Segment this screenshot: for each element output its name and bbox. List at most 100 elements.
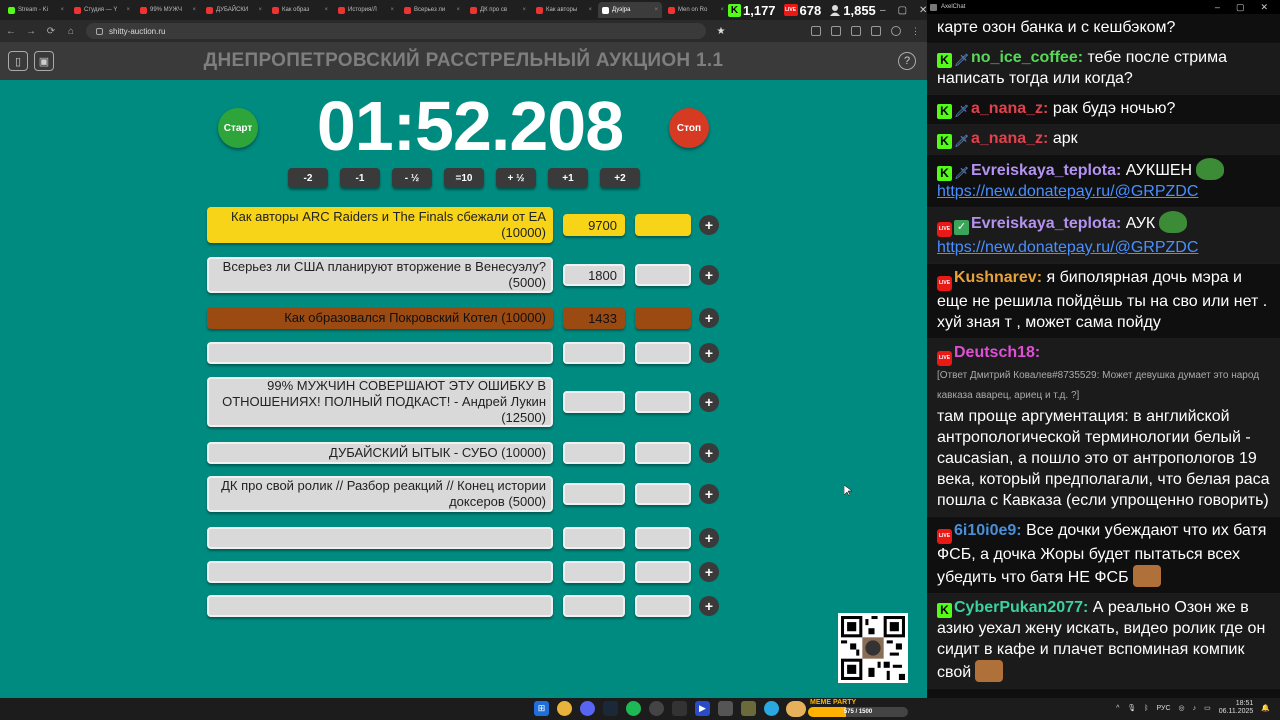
battery-icon[interactable]: ▭ xyxy=(1204,704,1211,712)
chat-username[interactable]: 6i10i0e9 xyxy=(954,522,1016,539)
browser-tab[interactable]: ДК про св × xyxy=(466,2,530,18)
lot-add-button[interactable]: + xyxy=(699,484,719,504)
help-icon[interactable]: ? xyxy=(898,52,916,70)
windows-start-icon[interactable]: ⊞ xyxy=(534,701,549,716)
clock[interactable]: 18:51 06.11.2025 xyxy=(1219,700,1254,716)
app-icon[interactable] xyxy=(741,701,756,716)
lot-name-field[interactable]: ДК про свой ролик // Разбор реакций // К… xyxy=(207,476,553,512)
lot-amount-field[interactable]: 1800 xyxy=(563,264,625,286)
close-tab-icon[interactable]: × xyxy=(456,7,460,13)
lot-amount-field[interactable] xyxy=(563,483,625,505)
time-adjust-button[interactable]: -1 xyxy=(340,168,380,188)
browser-tab[interactable]: Дуэ|ра × xyxy=(598,2,662,18)
browser-tab[interactable]: Студия — Y × xyxy=(70,2,134,18)
lot-add-button[interactable]: + xyxy=(699,392,719,412)
lot-add-button[interactable]: + xyxy=(699,443,719,463)
profile-icon[interactable] xyxy=(891,26,901,36)
maximize-icon[interactable]: ▢ xyxy=(898,5,907,16)
lot-add-button[interactable]: + xyxy=(699,562,719,582)
lot-add-amount-field[interactable] xyxy=(635,527,691,549)
time-adjust-button[interactable]: + ½ xyxy=(496,168,536,188)
network-icon[interactable]: ◎ xyxy=(1179,704,1185,712)
lot-add-amount-field[interactable] xyxy=(635,391,691,413)
lot-amount-field[interactable]: 9700 xyxy=(563,214,625,236)
chat-username[interactable]: Kushnarev xyxy=(954,269,1037,286)
extension-icon[interactable] xyxy=(851,26,861,36)
app-icon[interactable] xyxy=(672,701,687,716)
chat-username[interactable]: Deutsch18 xyxy=(954,344,1035,361)
telegram-icon[interactable] xyxy=(764,701,779,716)
close-tab-icon[interactable]: × xyxy=(390,7,394,13)
chat-username[interactable]: CyberPukan2077 xyxy=(954,599,1083,616)
close-tab-icon[interactable]: × xyxy=(522,7,526,13)
notification-icon[interactable]: 🔔 xyxy=(1261,704,1270,712)
lot-name-field[interactable]: 99% МУЖЧИН СОВЕРШАЮТ ЭТУ ОШИБКУ В ОТНОШЕ… xyxy=(207,377,553,427)
lot-name-field[interactable] xyxy=(207,561,553,583)
close-tab-icon[interactable]: × xyxy=(654,7,658,13)
extension-icon[interactable] xyxy=(831,26,841,36)
chat-username[interactable]: Evreiskaya_teplota xyxy=(971,215,1116,232)
mic-icon[interactable]: 🎙 xyxy=(1127,704,1136,712)
close-tab-icon[interactable]: × xyxy=(720,7,724,13)
close-tab-icon[interactable]: × xyxy=(588,7,592,13)
back-icon[interactable]: ← xyxy=(6,26,16,37)
browser-tab[interactable]: ДУБАЙСКИ × xyxy=(202,2,266,18)
lot-add-button[interactable]: + xyxy=(699,596,719,616)
lot-amount-field[interactable]: 1433 xyxy=(563,307,625,329)
chat-username[interactable]: a_nana_z xyxy=(971,100,1043,117)
spotify-icon[interactable] xyxy=(626,701,641,716)
lot-amount-field[interactable] xyxy=(563,391,625,413)
browser-tab[interactable]: Всерьез ли × xyxy=(400,2,464,18)
browser-tab[interactable]: 99% МУЖЧ × xyxy=(136,2,200,18)
chat-link[interactable]: https://new.donatepay.ru/@GRPZDC xyxy=(937,239,1198,256)
browser-tab[interactable]: История/Л × xyxy=(334,2,398,18)
reload-icon[interactable]: ⟳ xyxy=(46,26,56,37)
chat-link[interactable]: https://new.donatepay.ru/@GRPZDC xyxy=(937,183,1198,200)
lot-add-amount-field[interactable] xyxy=(635,442,691,464)
bluetooth-icon[interactable]: ᛒ xyxy=(1144,705,1148,712)
lot-add-button[interactable]: + xyxy=(699,343,719,363)
close-tab-icon[interactable]: × xyxy=(126,7,130,13)
lot-add-button[interactable]: + xyxy=(699,528,719,548)
lot-name-field[interactable]: ДУБАЙСКИЙ ЫТЫК - СУБО (10000) xyxy=(207,442,553,464)
chat-username[interactable]: no_ice_coffee xyxy=(971,49,1078,66)
lot-add-amount-field[interactable] xyxy=(635,307,691,329)
close-tab-icon[interactable]: × xyxy=(258,7,262,13)
lot-amount-field[interactable] xyxy=(563,527,625,549)
lot-add-button[interactable]: + xyxy=(699,215,719,235)
url-field[interactable]: shitty-auction.ru xyxy=(86,23,706,39)
time-adjust-button[interactable]: -2 xyxy=(288,168,328,188)
browser-tab[interactable]: Stream - Ki × xyxy=(4,2,68,18)
browser-tab[interactable]: Men on Ro × xyxy=(664,2,728,18)
steam-icon[interactable] xyxy=(603,701,618,716)
lot-name-field[interactable]: Всерьез ли США планируют вторжение в Вен… xyxy=(207,257,553,293)
chat-username[interactable]: a_nana_z xyxy=(971,130,1043,147)
chrome-icon[interactable] xyxy=(557,701,572,716)
home-icon[interactable]: ⌂ xyxy=(66,26,76,37)
download-icon[interactable] xyxy=(871,26,881,36)
browser-tab[interactable]: Как образ × xyxy=(268,2,332,18)
lot-name-field[interactable] xyxy=(207,527,553,549)
lot-add-amount-field[interactable] xyxy=(635,595,691,617)
close-tab-icon[interactable]: × xyxy=(60,7,64,13)
forward-icon[interactable]: → xyxy=(26,26,36,37)
chat-username[interactable]: Evreiskaya_teplota xyxy=(971,162,1116,179)
lot-amount-field[interactable] xyxy=(563,342,625,364)
lot-add-amount-field[interactable] xyxy=(635,264,691,286)
lot-add-button[interactable]: + xyxy=(699,308,719,328)
close-icon[interactable]: ✕ xyxy=(1260,2,1268,13)
menu-icon[interactable]: ⋮ xyxy=(911,26,921,36)
lot-add-amount-field[interactable] xyxy=(635,561,691,583)
site-info-icon[interactable] xyxy=(96,27,103,35)
lot-name-field[interactable]: Как образовался Покровский Котел (10000) xyxy=(207,307,553,329)
lot-add-amount-field[interactable] xyxy=(635,342,691,364)
lot-amount-field[interactable] xyxy=(563,442,625,464)
lot-add-button[interactable]: + xyxy=(699,265,719,285)
chevron-up-icon[interactable]: ^ xyxy=(1116,705,1119,712)
minimize-icon[interactable]: – xyxy=(1215,2,1220,13)
lot-add-amount-field[interactable] xyxy=(635,483,691,505)
time-adjust-button[interactable]: +1 xyxy=(548,168,588,188)
app-icon[interactable] xyxy=(718,701,733,716)
discord-icon[interactable] xyxy=(580,701,595,716)
lot-name-field[interactable] xyxy=(207,595,553,617)
